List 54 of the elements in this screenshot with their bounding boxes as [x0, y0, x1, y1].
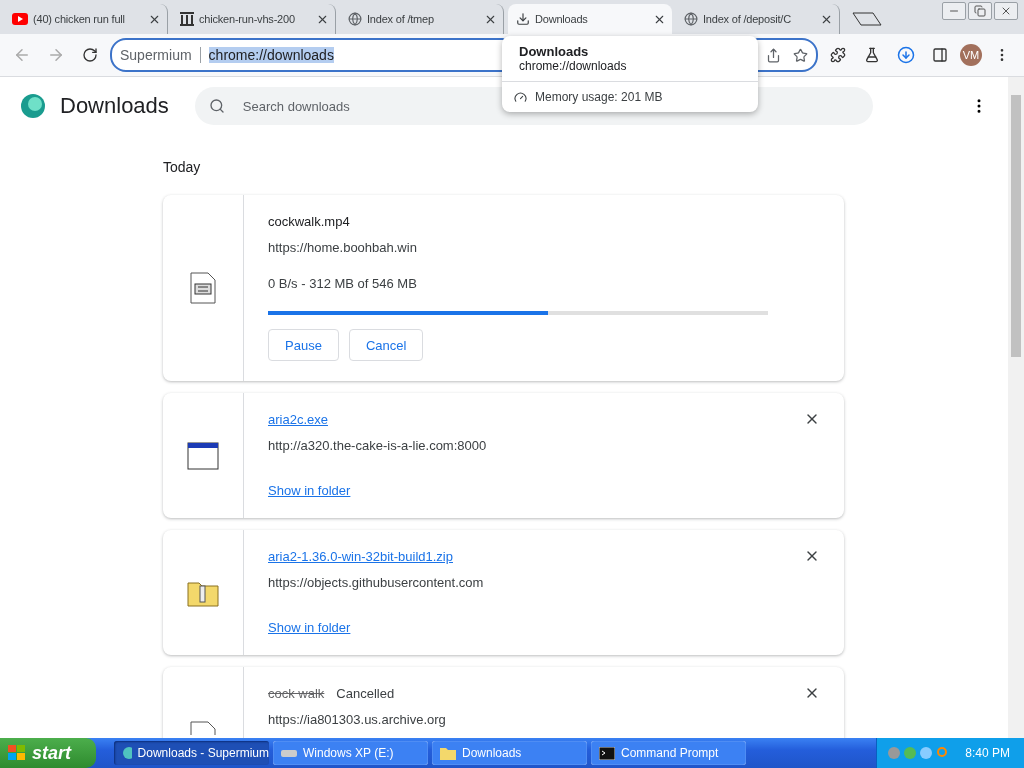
- tooltip-title: Downloads: [519, 44, 590, 59]
- search-icon: [208, 98, 225, 114]
- download-icon: [516, 12, 530, 26]
- file-name: cock walk: [268, 685, 325, 701]
- close-icon[interactable]: [1000, 5, 1012, 17]
- browser-icon: [122, 746, 132, 760]
- action-button[interactable]: Cancel: [348, 329, 424, 361]
- show-in-folder-link[interactable]: Show in folder: [268, 620, 351, 635]
- taskbar-button[interactable]: Downloads - Supermium: [114, 741, 269, 765]
- folder-icon: [440, 746, 456, 760]
- profile-avatar[interactable]: VM: [960, 44, 982, 66]
- file-name: cockwalk.mp4: [268, 213, 350, 229]
- app-logo-icon: [20, 93, 46, 119]
- download-icon[interactable]: [897, 46, 915, 64]
- side-panel-icon[interactable]: [932, 47, 948, 63]
- source-url: https://objects.githubusercontent.com: [268, 574, 485, 592]
- tooltip-url: chrome://downloads: [519, 59, 628, 73]
- restore-icon[interactable]: [974, 5, 986, 17]
- start-button[interactable]: start: [0, 738, 96, 768]
- source-url: http://a320.the-cake-is-a-lie.com:8000: [268, 437, 488, 455]
- drive-icon: [281, 748, 297, 758]
- file-link[interactable]: aria2-1.36.0-win-32bit-build1.zip: [268, 548, 453, 564]
- action-button[interactable]: Pause: [268, 329, 339, 361]
- page-title: Downloads: [60, 93, 169, 119]
- source-url: https://ia801303.us.archive.org: [268, 711, 447, 729]
- file-link[interactable]: aria2c.exe: [268, 411, 328, 427]
- taskbar-button[interactable]: Windows XP (E:): [273, 741, 428, 765]
- reload-icon[interactable]: [82, 47, 98, 63]
- extensions-icon[interactable]: [830, 47, 846, 63]
- browser-tab[interactable]: Downloads: [508, 4, 672, 34]
- flask-icon[interactable]: [864, 47, 880, 63]
- video-file-icon: [190, 272, 216, 304]
- download-status: Cancelled: [336, 685, 395, 701]
- taskbar-button[interactable]: Downloads: [432, 741, 587, 765]
- columns-building-icon: [180, 12, 194, 26]
- scrollbar[interactable]: [1008, 77, 1024, 738]
- show-in-folder-link[interactable]: Show in folder: [268, 483, 351, 498]
- share-icon[interactable]: [766, 47, 781, 63]
- source-url: https://home.boohbah.win: [268, 239, 418, 257]
- console-icon: [599, 746, 615, 760]
- globe-icon: [684, 12, 698, 26]
- section-heading: Today: [163, 159, 202, 175]
- file-icon: [190, 721, 216, 735]
- window-icon: [187, 441, 219, 470]
- video-play-icon: [12, 13, 28, 25]
- clock: 8:40 PM: [965, 746, 1010, 760]
- windows-flag-icon: [8, 745, 26, 761]
- globe-icon: [348, 12, 362, 26]
- taskbar-button[interactable]: Command Prompt: [591, 741, 746, 765]
- download-status: 0 B/s - 312 MB of 546 MB: [268, 275, 418, 293]
- memory-usage: Memory usage: 201 MB: [535, 90, 663, 104]
- gauge-icon: [514, 90, 527, 104]
- bookmark-star-icon[interactable]: [793, 47, 808, 63]
- new-tab-icon[interactable]: [852, 12, 882, 26]
